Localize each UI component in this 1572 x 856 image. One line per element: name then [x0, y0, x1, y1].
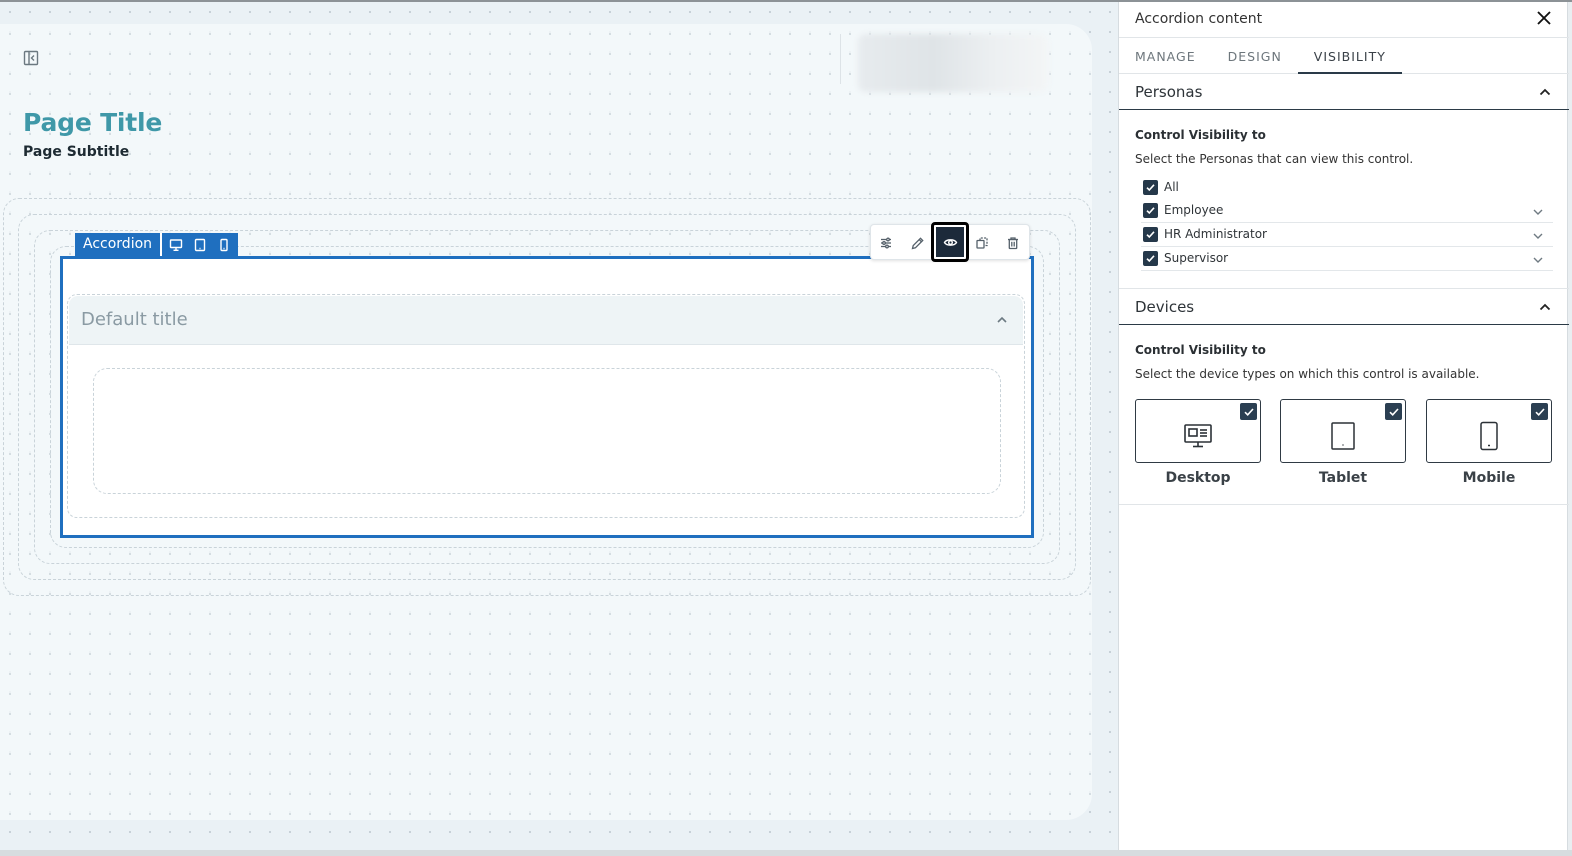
tab-manage[interactable]: MANAGE — [1119, 38, 1212, 74]
personas-control-title: Control Visibility to — [1135, 128, 1266, 142]
device-card-tablet[interactable] — [1280, 399, 1406, 463]
tab-design[interactable]: DESIGN — [1212, 38, 1298, 74]
designer-canvas: Page Title Page Subtitle Accordion Defau… — [0, 2, 1118, 850]
page-subtitle: Page Subtitle — [23, 144, 130, 160]
checkbox-checked-icon[interactable] — [1143, 227, 1158, 242]
tab-visibility[interactable]: VISIBILITY — [1297, 38, 1402, 74]
chevron-down-icon[interactable] — [1531, 252, 1545, 266]
desktop-icon — [1182, 420, 1214, 452]
personas-description: Select the Personas that can view this c… — [1135, 152, 1414, 166]
checkbox-checked-icon[interactable] — [1531, 403, 1548, 420]
persona-label: All — [1164, 180, 1179, 194]
accordion-tag-label: Accordion — [83, 236, 153, 252]
properties-panel: Accordion content MANAGE DESIGN VISIBILI… — [1118, 2, 1569, 850]
device-label-mobile: Mobile — [1462, 470, 1516, 486]
accordion-item-body-dropzone[interactable] — [93, 368, 1001, 494]
device-label-tablet: Tablet — [1318, 470, 1368, 486]
accordion-tag[interactable]: Accordion — [75, 233, 239, 256]
chevron-up-icon[interactable] — [995, 312, 1009, 326]
settings-sliders-icon[interactable] — [871, 228, 901, 258]
persona-row-hr-administrator[interactable]: HR Administrator — [1141, 223, 1553, 247]
checkbox-checked-icon[interactable] — [1143, 251, 1158, 266]
divider — [1119, 504, 1569, 505]
header-divider — [840, 34, 841, 84]
persona-row-supervisor[interactable]: Supervisor — [1141, 247, 1553, 271]
mobile-icon — [214, 235, 234, 255]
devices-section-label: Devices — [1135, 298, 1195, 316]
device-card-desktop[interactable] — [1135, 399, 1261, 463]
device-card-mobile[interactable] — [1426, 399, 1552, 463]
accordion-item-title: Default title — [81, 309, 188, 330]
personas-section-header[interactable]: Personas — [1119, 74, 1569, 110]
device-label-desktop: Desktop — [1165, 470, 1231, 486]
blurred-user-profile — [858, 34, 1048, 92]
visibility-eye-icon[interactable] — [931, 222, 969, 262]
devices-control-title: Control Visibility to — [1135, 343, 1266, 357]
collapse-sidebar-icon[interactable] — [22, 49, 40, 67]
chevron-up-icon[interactable] — [1537, 84, 1553, 100]
persona-row-all[interactable]: All — [1141, 176, 1553, 200]
control-toolbar — [870, 222, 1030, 262]
chevron-down-icon[interactable] — [1531, 228, 1545, 242]
trash-delete-icon[interactable] — [998, 228, 1028, 258]
chevron-down-icon[interactable] — [1531, 204, 1545, 218]
device-indicator-group — [160, 233, 238, 256]
checkbox-checked-icon[interactable] — [1143, 203, 1158, 218]
devices-section-header[interactable]: Devices — [1119, 289, 1569, 325]
pencil-edit-icon[interactable] — [902, 228, 932, 258]
checkbox-checked-icon[interactable] — [1143, 180, 1158, 195]
persona-label: Employee — [1164, 203, 1224, 217]
persona-label: Supervisor — [1164, 251, 1229, 265]
desktop-icon — [166, 235, 186, 255]
persona-row-employee[interactable]: Employee — [1141, 199, 1553, 223]
personas-section-label: Personas — [1135, 83, 1203, 101]
page-title: Page Title — [23, 108, 163, 137]
checkbox-checked-icon[interactable] — [1385, 403, 1402, 420]
panel-title: Accordion content — [1135, 11, 1263, 27]
panel-tabs: MANAGE DESIGN VISIBILITY — [1119, 38, 1569, 74]
mobile-icon — [1473, 420, 1505, 452]
persona-label: HR Administrator — [1164, 227, 1267, 241]
accordion-item-header[interactable]: Default title — [69, 296, 1023, 345]
tablet-icon — [190, 235, 210, 255]
window-bottom-border — [0, 850, 1572, 856]
close-icon[interactable] — [1533, 7, 1555, 29]
duplicate-icon[interactable] — [967, 228, 997, 258]
tablet-icon — [1327, 420, 1359, 452]
devices-description: Select the device types on which this co… — [1135, 367, 1480, 381]
chevron-up-icon[interactable] — [1537, 299, 1553, 315]
checkbox-checked-icon[interactable] — [1240, 403, 1257, 420]
